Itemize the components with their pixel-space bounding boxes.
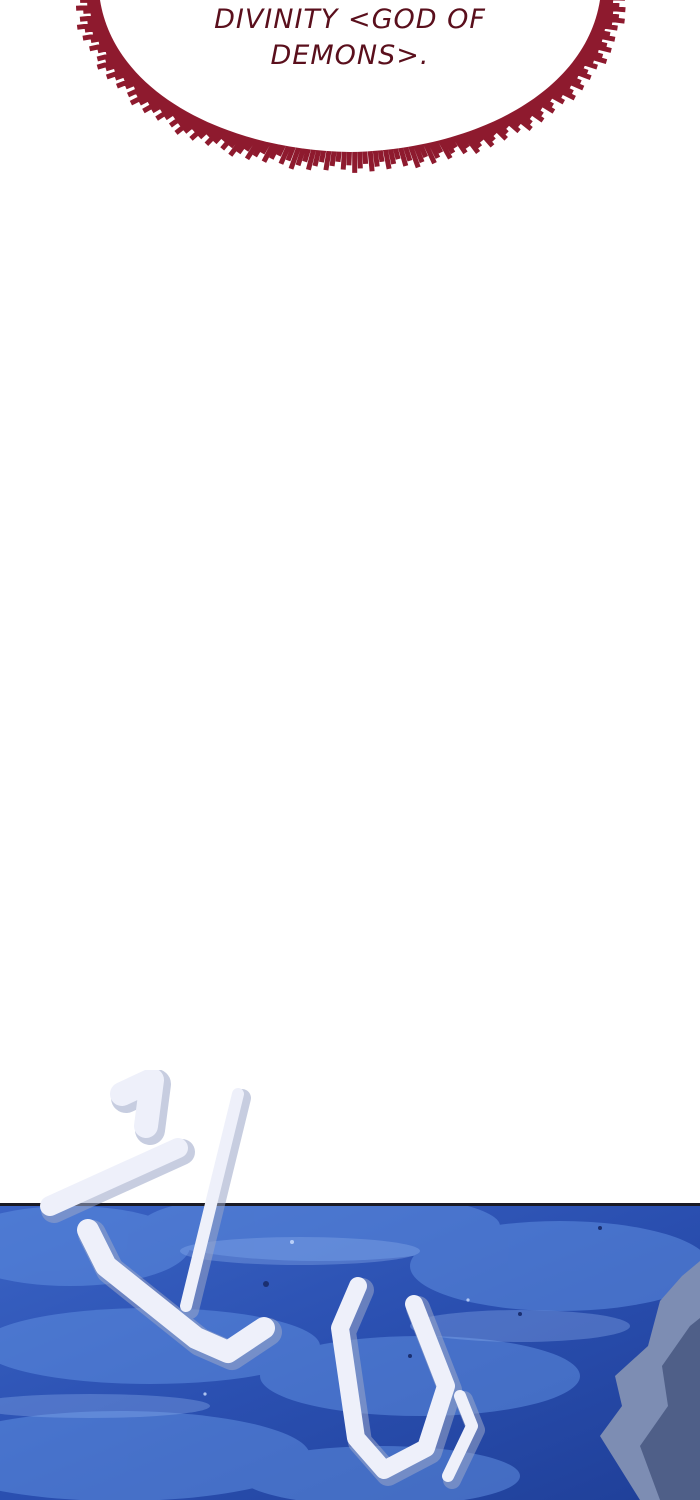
speech-line-1: DIVINITY <GOD OF xyxy=(214,4,486,35)
speech-bubble: DIVINITY <GOD OF DEMONS>. xyxy=(150,2,550,74)
sfx-stroke-4 xyxy=(180,1088,244,1312)
sfx-stroke-1 xyxy=(110,1070,164,1138)
sound-effect-whoosh: 휘 익 xyxy=(40,1070,485,1489)
sfx-strokes xyxy=(40,1070,478,1482)
speech-line-2: DEMONS>. xyxy=(270,40,430,71)
sfx-stroke-2 xyxy=(40,1138,188,1216)
